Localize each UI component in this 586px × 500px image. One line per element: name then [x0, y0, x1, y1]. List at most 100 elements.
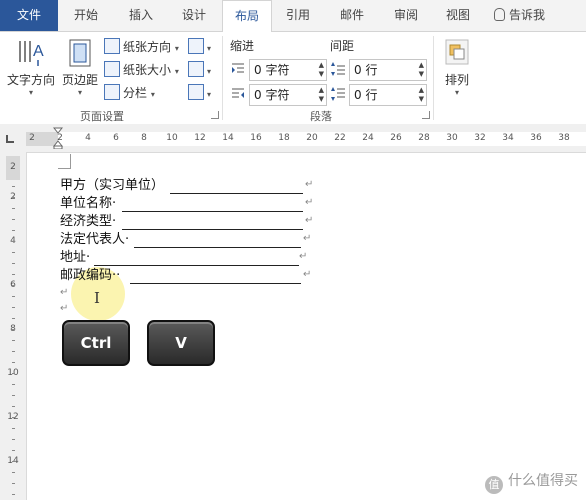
vertical-ruler-tick	[12, 395, 15, 396]
vertical-ruler-number: 2	[10, 162, 16, 172]
horizontal-ruler[interactable]: 2 2 4 6 8 10 12 14 16 18 20 22 24 26 28 30 32 34 36 38	[0, 124, 586, 153]
indent-left-input[interactable]: 0 字符 ▲ ▼	[249, 59, 327, 81]
group-separator	[222, 36, 223, 120]
spacing-after-icon	[331, 87, 345, 101]
spacing-after-value: 0 行	[354, 88, 378, 102]
tab-home[interactable]: 开始	[60, 0, 112, 31]
tab-view[interactable]: 视图	[436, 0, 480, 31]
form-line-company-name: 单位名称·	[60, 196, 117, 211]
hyphenation-button[interactable]: ▾	[188, 83, 211, 103]
fill-in-underline	[94, 265, 299, 266]
page-setup-group-label: 页面设置	[80, 110, 124, 123]
tab-layout[interactable]: 布局	[222, 0, 272, 33]
page-setup-launcher[interactable]	[211, 111, 219, 119]
columns-label: 分栏	[123, 86, 148, 100]
tab-file[interactable]: 文件	[0, 0, 58, 31]
ruler-number: 38	[558, 133, 570, 143]
vertical-ruler-tick	[12, 263, 15, 264]
tell-me-search[interactable]: 告诉我	[494, 0, 558, 31]
dropdown-arrow-icon: ▾	[77, 88, 82, 97]
ruler-number: 12	[194, 133, 206, 143]
ribbon-tab-bar: 文件 开始 插入 设计 布局 引用 邮件 审阅 视图 告诉我	[0, 0, 586, 33]
spin-down-icon[interactable]: ▼	[319, 70, 324, 79]
spacing-before-input[interactable]: 0 行 ▲ ▼	[349, 59, 427, 81]
ruler-number: 36	[530, 133, 542, 143]
vertical-ruler-tick	[12, 494, 15, 495]
ruler-number: 4	[85, 133, 91, 143]
watermark-logo-icon: 值	[485, 476, 503, 494]
dropdown-arrow-icon: ▾	[174, 44, 179, 53]
paragraph-mark: ↵	[305, 215, 314, 226]
ruler-number: 8	[141, 133, 147, 143]
spin-down-icon[interactable]: ▼	[319, 95, 324, 104]
indent-right-value: 0 字符	[254, 88, 290, 102]
spacing-before-value: 0 行	[354, 63, 378, 77]
vertical-ruler-tick	[12, 384, 15, 385]
ruler-number: 18	[278, 133, 290, 143]
paragraph-launcher[interactable]	[422, 111, 430, 119]
arrange-button[interactable]: 排列 ▾	[440, 38, 474, 97]
indent-right-input[interactable]: 0 字符 ▲ ▼	[249, 84, 327, 106]
vertical-ruler-tick	[12, 417, 15, 418]
ribbon-layout-panel: A 文字方向 ▾ 页边距 ▾ 纸张方向 ▾ 纸张大小 ▾ 分栏 ▾ ▾ ▾ ▾ …	[0, 32, 586, 125]
tab-review[interactable]: 审阅	[384, 0, 428, 31]
fill-in-underline	[134, 247, 301, 248]
tab-design[interactable]: 设计	[170, 0, 218, 31]
spacing-after-input[interactable]: 0 行 ▲ ▼	[349, 84, 427, 106]
lightbulb-icon	[494, 8, 505, 21]
orientation-label: 纸张方向	[123, 40, 172, 54]
tab-mailings[interactable]: 邮件	[330, 0, 374, 31]
ruler-number: 2	[29, 133, 35, 143]
fill-in-underline	[170, 193, 303, 194]
paragraph-mark: ↵	[60, 287, 69, 298]
vertical-ruler-tick	[12, 285, 15, 286]
margins-button[interactable]: 页边距 ▾	[58, 38, 102, 97]
form-line-postal-code: 邮政编码··	[60, 268, 121, 283]
watermark: 值什么值得买	[485, 470, 578, 494]
ruler-number: 26	[390, 133, 402, 143]
vertical-ruler-tick	[12, 362, 15, 363]
margins-label: 页边距	[61, 73, 98, 87]
paragraph-mark: ↵	[305, 179, 314, 190]
spin-up-icon[interactable]: ▲	[319, 86, 324, 95]
vertical-ruler-tick	[12, 472, 15, 473]
ctrl-key-overlay: Ctrl	[62, 320, 130, 366]
ruler-number: 24	[362, 133, 374, 143]
vertical-ruler-tick	[12, 483, 15, 484]
spin-up-icon[interactable]: ▲	[419, 86, 424, 95]
svg-text:A: A	[33, 43, 44, 60]
vertical-ruler-tick	[12, 252, 15, 253]
ruler-number: 22	[334, 133, 346, 143]
columns-button[interactable]: 分栏 ▾	[104, 83, 155, 103]
dropdown-arrow-icon: ▾	[454, 88, 459, 97]
arrange-label: 排列	[444, 73, 469, 87]
indent-left-icon	[232, 63, 244, 73]
dropdown-arrow-icon: ▾	[207, 90, 212, 99]
paragraph-mark: ↵	[60, 303, 69, 314]
indent-label: 缩进	[230, 39, 255, 53]
spin-up-icon[interactable]: ▲	[419, 61, 424, 70]
tab-insert[interactable]: 插入	[115, 0, 167, 31]
margins-icon	[69, 39, 91, 67]
line-numbers-icon	[188, 61, 204, 77]
text-direction-button[interactable]: A 文字方向 ▾	[4, 38, 58, 97]
paper-size-icon	[104, 61, 120, 77]
vertical-ruler-tick	[12, 186, 15, 187]
vertical-ruler-tick	[12, 274, 15, 275]
text-direction-icon: A	[19, 41, 44, 66]
line-numbers-button[interactable]: ▾	[188, 60, 211, 80]
ruler-number: 32	[474, 133, 486, 143]
spin-up-icon[interactable]: ▲	[319, 61, 324, 70]
breaks-button[interactable]: ▾	[188, 37, 211, 57]
document-page[interactable]: 甲方（实习单位） ↵ 单位名称· ↵ 经济类型· ↵ 法定代表人· ↵ 地址· …	[27, 153, 586, 500]
size-button[interactable]: 纸张大小 ▾	[104, 60, 179, 80]
tab-stop-selector-icon[interactable]	[6, 135, 14, 143]
ruler-number: 20	[306, 133, 318, 143]
ruler-number: 34	[502, 133, 514, 143]
ruler-number: 30	[446, 133, 458, 143]
tab-references[interactable]: 引用	[276, 0, 320, 31]
spin-down-icon[interactable]: ▼	[419, 95, 424, 104]
paragraph-mark: ↵	[303, 269, 312, 280]
spin-down-icon[interactable]: ▼	[419, 70, 424, 79]
orientation-button[interactable]: 纸张方向 ▾	[104, 37, 179, 57]
